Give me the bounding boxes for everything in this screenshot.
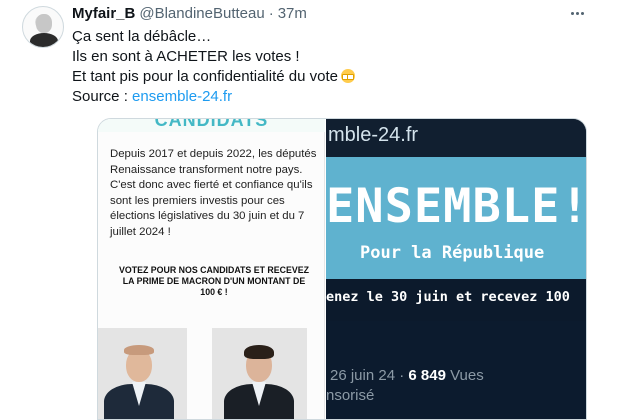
embedded-views-count: 6 849 [408,367,446,384]
author-handle[interactable]: @BlandineButteau [139,5,264,22]
source-label: Source : [72,88,128,105]
tweet-timestamp[interactable]: 37m [278,5,307,22]
image-url-text: mble-24.fr [328,124,419,146]
candidats-header: CANDIDATS [98,119,325,132]
grimacing-face-icon [341,69,356,83]
tweet[interactable]: Myfair_B @BlandineButteau · 37m Ça sent … [0,0,628,420]
tweet-line-3-text: Et tant pis pour la confidentialité du v… [72,68,339,85]
media-gallery[interactable]: CANDIDATS Depuis 2017 et depuis 2022, le… [97,118,587,420]
tweet-line-1: Ça sent la débâcle… [72,28,212,45]
avatar-face [36,14,52,33]
offer-text: enez le 30 juin et recevez 100 [326,289,570,305]
source-link[interactable]: ensemble-24.fr [132,88,232,105]
candidate-photo-2 [212,328,307,419]
vote-line-2: LA PRIME DE MACRON D'UN MONTANT DE [122,276,306,286]
separator-dot: · [268,4,274,22]
candidats-header-text: CANDIDATS [154,119,269,130]
tweet-line-2: Ils en sont à ACHETER les votes ! [72,48,300,65]
tweet-text: Ça sent la débâcle… Ils en sont à ACHETE… [72,27,592,107]
image-paragraph: Depuis 2017 et depuis 2022, les députés … [110,148,317,238]
banner-subtitle: Pour la République [360,243,545,263]
embedded-sponsored: nsorisé [326,387,375,404]
tweet-line-3: Et tant pis pour la confidentialité du v… [72,67,592,87]
media-image-left[interactable]: CANDIDATS Depuis 2017 et depuis 2022, le… [98,119,325,419]
candidate-photo-1 [98,328,187,419]
vote-line-3: 100 € ! [200,287,228,297]
embedded-views-label: Vues [450,367,484,384]
vote-callout: VOTEZ POUR NOS CANDIDATS ET RECEVEZ LA P… [110,265,318,298]
embedded-date: 26 juin 24 · [330,367,405,384]
author-name[interactable]: Myfair_B [72,5,135,22]
media-image-right[interactable]: mble-24.fr ENSEMBLE! Pour la République … [326,119,587,419]
tweet-line-4: Source : ensemble-24.fr [72,87,592,107]
more-options-icon[interactable] [566,4,588,22]
embedded-meta: 26 juin 24 · 6 849 Vues [330,367,484,384]
banner-title: ENSEMBLE! [326,179,587,234]
avatar[interactable] [22,6,64,48]
url-strip: mble-24.fr [326,119,586,157]
avatar-body [30,33,58,47]
tweet-header: Myfair_B @BlandineButteau · 37m [72,4,307,22]
vote-line-1: VOTEZ POUR NOS CANDIDATS ET RECEVEZ [119,265,309,275]
